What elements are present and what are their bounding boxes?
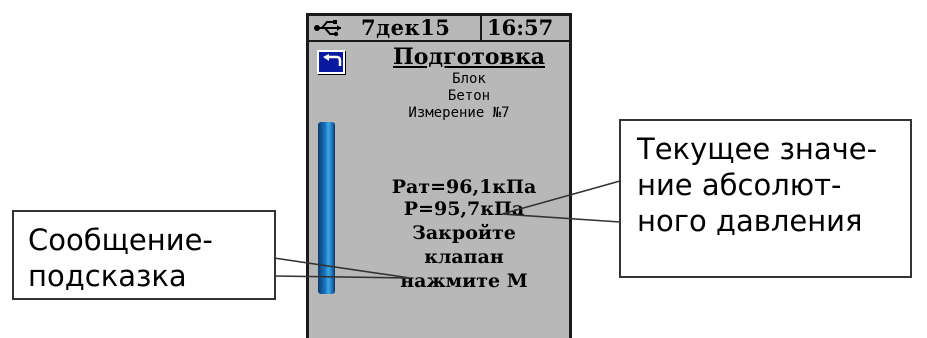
right-callout-box: Текущее значе- ние абсолют- ного давлени… [619, 119, 912, 278]
left-callout-leader [273, 257, 411, 279]
right-callout-line-2: ние абсолют- [637, 168, 842, 202]
left-callout-box: Сообщение- подсказка [12, 210, 276, 300]
right-callout-line-3: ного давления [637, 204, 863, 238]
right-callout-leader [501, 180, 621, 223]
left-callout-line-2: подсказка [28, 259, 187, 293]
right-callout-line-1: Текущее значе- [637, 132, 878, 166]
left-callout-line-1: Сообщение- [28, 223, 213, 257]
